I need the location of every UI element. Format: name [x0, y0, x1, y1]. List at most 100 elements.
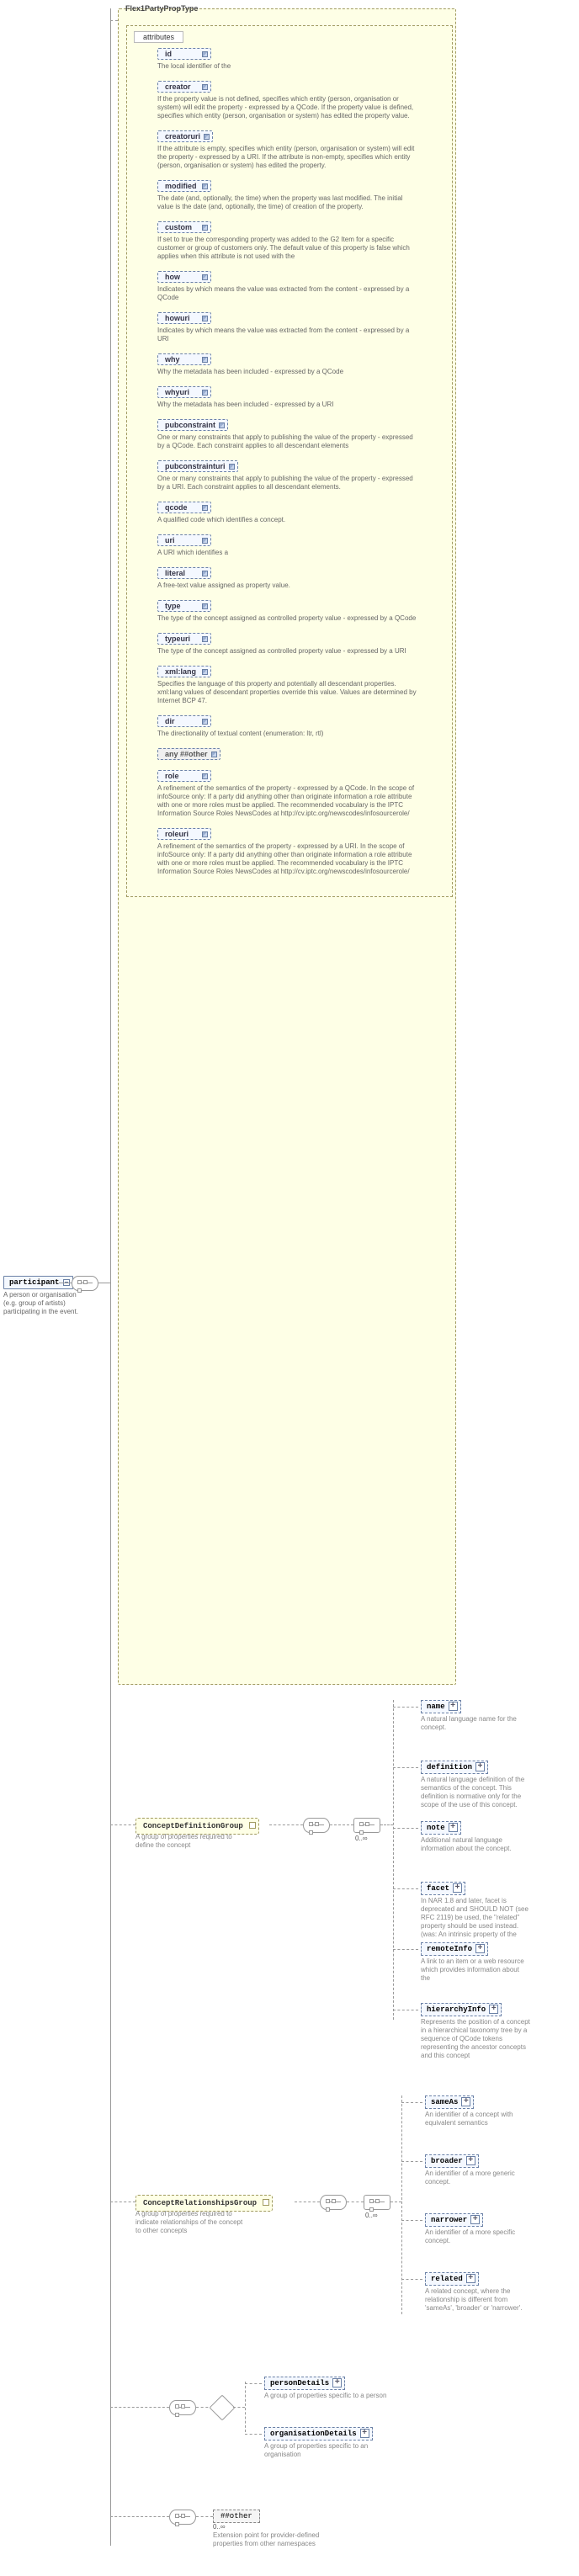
element-facet[interactable]: facet	[421, 1882, 465, 1895]
element-hierarchyinfo[interactable]: hierarchyInfo	[421, 2003, 502, 2016]
attribute-chip[interactable]: typeuri	[157, 633, 211, 645]
group-concept-definition[interactable]: ConceptDefinitionGroup	[135, 1818, 259, 1835]
element-sameas[interactable]: sameAs	[425, 2095, 474, 2109]
attribute-item: how Indicates by which means the value wa…	[157, 271, 418, 302]
sequence-connector	[364, 2195, 390, 2210]
attribute-chip[interactable]: modified	[157, 180, 211, 192]
attribute-item: creator If the property value is not defi…	[157, 81, 418, 120]
attribute-item: any ##other	[157, 748, 418, 760]
element-remoteinfo[interactable]: remoteInfo	[421, 1942, 488, 1956]
attribute-desc: One or many constraints that apply to pu…	[157, 475, 418, 491]
attribute-item: role A refinement of the semantics of the…	[157, 770, 418, 818]
attribute-item: whyuri Why the metadata has been included…	[157, 386, 418, 409]
attribute-desc: Why the metadata has been included - exp…	[157, 401, 418, 409]
element-name[interactable]: name	[421, 1700, 461, 1713]
attribute-chip[interactable]: custom	[157, 221, 211, 233]
attribute-item: custom If set to true the corresponding p…	[157, 221, 418, 261]
attribute-desc: One or many constraints that apply to pu…	[157, 433, 418, 450]
attribute-desc: If set to true the corresponding propert…	[157, 236, 418, 261]
sequence-connector	[169, 2400, 196, 2415]
attribute-chip[interactable]: id	[157, 48, 211, 60]
element-persondetails[interactable]: personDetails	[264, 2377, 345, 2390]
attribute-chip[interactable]: whyuri	[157, 386, 211, 398]
attribute-chip[interactable]: pubconstrainturi	[157, 460, 238, 472]
multiplicity: 0..∞	[355, 1835, 368, 1842]
multiplicity: 0..∞	[213, 2523, 226, 2531]
attribute-chip[interactable]: howuri	[157, 312, 211, 324]
attribute-chip[interactable]: pubconstraint	[157, 419, 228, 431]
attribute-desc: Indicates by which means the value was e…	[157, 327, 418, 343]
element-desc: A natural language definition of the sem…	[421, 1776, 530, 1809]
attribute-desc: A URI which identifies a	[157, 549, 418, 557]
attribute-chip[interactable]: literal	[157, 567, 211, 579]
attribute-chip[interactable]: dir	[157, 715, 211, 727]
attribute-item: creatoruri If the attribute is empty, spe…	[157, 130, 418, 170]
type-name: Flex1PartyPropType	[125, 4, 198, 13]
attribute-desc: If the attribute is empty, specifies whi…	[157, 145, 418, 170]
attribute-item: pubconstrainturi One or many constraints …	[157, 460, 418, 491]
attribute-item: typeThe type of the concept assigned as …	[157, 600, 418, 623]
element-desc: Represents the position of a concept in …	[421, 2018, 530, 2060]
attribute-desc: A qualified code which identifies a conc…	[157, 516, 418, 524]
element-broader[interactable]: broader	[425, 2154, 479, 2168]
root-element-desc: A person or organisation (e.g. group of …	[3, 1291, 79, 1316]
element-organisationdetails[interactable]: organisationDetails	[264, 2427, 373, 2441]
element-note[interactable]: note	[421, 1821, 461, 1835]
element-desc: An identifier of a more generic concept.	[425, 2170, 534, 2186]
attribute-desc: Specifies the language of this property …	[157, 680, 418, 705]
attribute-item: uri A URI which identifies a	[157, 534, 418, 557]
attribute-chip[interactable]: how	[157, 271, 211, 283]
attribute-desc: If the property value is not defined, sp…	[157, 95, 418, 120]
group-concept-relationships-label: ConceptRelationshipsGroup	[143, 2199, 257, 2207]
attribute-chip[interactable]: qcode	[157, 502, 211, 513]
attribute-chip[interactable]: creator	[157, 81, 211, 93]
attribute-item: qcode A qualified code which identifies a…	[157, 502, 418, 524]
group-concept-relationships-desc: A group of properties required to indica…	[135, 2210, 245, 2235]
group-concept-definition-label: ConceptDefinitionGroup	[143, 1822, 243, 1830]
attribute-desc: The local identifier of the	[157, 62, 418, 71]
extension-any-label: ##other	[220, 2512, 252, 2520]
attribute-item: pubconstraint One or many constraints tha…	[157, 419, 418, 450]
attribute-chip[interactable]: any ##other	[157, 748, 220, 760]
attribute-chip[interactable]: type	[157, 600, 211, 612]
attribute-desc: A refinement of the semantics of the pro…	[157, 784, 418, 818]
element-desc: In NAR 1.8 and later, facet is deprecate…	[421, 1897, 530, 1939]
group-concept-relationships[interactable]: ConceptRelationshipsGroup	[135, 2195, 273, 2212]
element-desc: A link to an item or a web resource whic…	[421, 1957, 530, 1983]
sequence-connector	[353, 1818, 380, 1833]
attribute-desc: A free-text value assigned as property v…	[157, 582, 418, 590]
attribute-desc: The date (and, optionally, the time) whe…	[157, 194, 418, 211]
element-desc: A group of properties specific to an org…	[264, 2442, 399, 2459]
attribute-item: why Why the metadata has been included - …	[157, 353, 418, 376]
attribute-item: typeuri The type of the concept assigned …	[157, 633, 418, 656]
attributes-label: attributes	[134, 31, 183, 43]
element-definition[interactable]: definition	[421, 1761, 488, 1774]
root-element-label: participant	[9, 1278, 59, 1287]
attribute-chip[interactable]: xml:lang	[157, 666, 211, 677]
choice-connector	[209, 2394, 235, 2420]
attribute-desc: The type of the concept assigned as cont…	[157, 647, 418, 656]
attribute-desc: Why the metadata has been included - exp…	[157, 368, 418, 376]
attribute-desc: A refinement of the semantics of the pro…	[157, 842, 418, 876]
attribute-item: howuri Indicates by which means the value…	[157, 312, 418, 343]
attribute-chip[interactable]: role	[157, 770, 211, 782]
attribute-chip[interactable]: creatoruri	[157, 130, 213, 142]
extension-any[interactable]: ##other	[213, 2510, 260, 2523]
sequence-connector	[320, 2195, 347, 2210]
extension-any-desc: Extension point for provider-defined pro…	[213, 2531, 331, 2548]
attribute-desc: Indicates by which means the value was e…	[157, 285, 418, 302]
attribute-item: literal A free-text value assigned as pro…	[157, 567, 418, 590]
attribute-chip[interactable]: uri	[157, 534, 211, 546]
attribute-desc: The directionality of textual content (e…	[157, 730, 418, 738]
element-narrower[interactable]: narrower	[425, 2213, 483, 2227]
group-concept-definition-desc: A group of properties required to define…	[135, 1833, 245, 1850]
attribute-chip[interactable]: why	[157, 353, 211, 365]
multiplicity: 0..∞	[365, 2212, 378, 2219]
element-desc: A related concept, where the relationshi…	[425, 2287, 534, 2313]
element-desc: A natural language name for the concept.	[421, 1715, 530, 1732]
element-related[interactable]: related	[425, 2272, 479, 2286]
element-desc: An identifier of a more specific concept…	[425, 2228, 534, 2245]
attribute-chip[interactable]: roleuri	[157, 828, 211, 840]
attribute-item: dir The directionality of textual content…	[157, 715, 418, 738]
sequence-connector	[169, 2510, 196, 2525]
